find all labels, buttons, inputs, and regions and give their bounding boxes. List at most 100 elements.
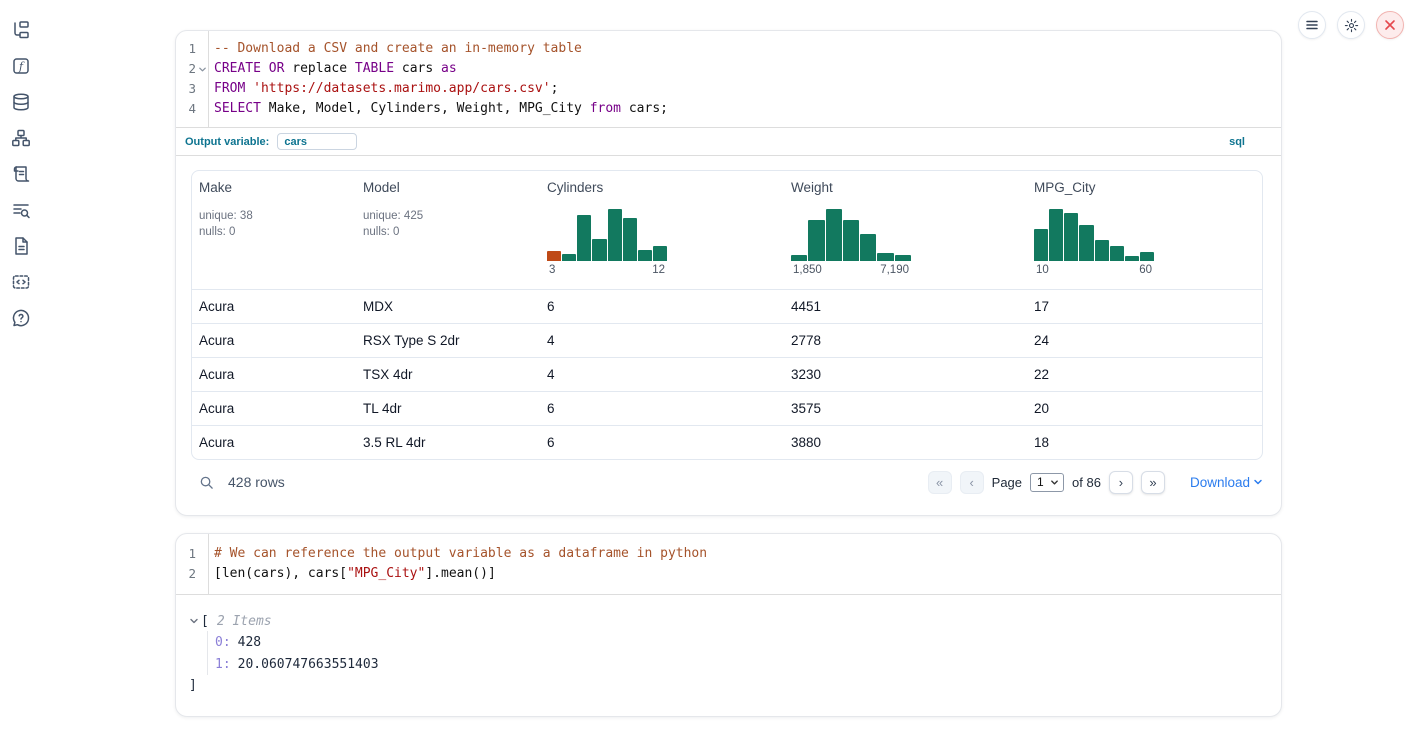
column-header[interactable]: Modelunique: 425nulls: 0 — [356, 171, 540, 289]
help-icon[interactable] — [11, 308, 31, 328]
json-entry: 1: 20.060747663551403 — [215, 653, 1281, 675]
dependency-graph-icon[interactable] — [11, 128, 31, 148]
code-line[interactable]: 1# We can reference the output variable … — [176, 544, 1281, 564]
json-value: 20.060747663551403 — [238, 657, 379, 672]
table-cell: 24 — [1027, 324, 1262, 357]
column-stats: unique: 38nulls: 0 — [199, 208, 348, 240]
table-row[interactable]: AcuraTSX 4dr4323022 — [192, 358, 1262, 392]
code-text: [len(cars), cars["MPG_City"].mean()] — [208, 564, 496, 584]
axis-max-label: 7,190 — [880, 264, 909, 276]
code-text: SELECT Make, Model, Cylinders, Weight, M… — [208, 99, 668, 119]
table-header-row: Makeunique: 38nulls: 0Modelunique: 425nu… — [192, 171, 1262, 290]
table-cell: 3575 — [784, 392, 1027, 425]
nulls-stat: nulls: 0 — [199, 224, 348, 240]
column-header[interactable]: MPG_City1060 — [1027, 171, 1262, 289]
sql-code-editor[interactable]: 1-- Download a CSV and create an in-memo… — [176, 31, 1281, 128]
file-explorer-icon[interactable] — [11, 20, 31, 40]
variables-icon[interactable]: f — [11, 56, 31, 76]
download-label: Download — [1190, 475, 1250, 490]
column-label: Cylinders — [547, 180, 776, 195]
next-page-button[interactable]: › — [1109, 471, 1133, 494]
column-header[interactable]: Cylinders 312 — [540, 171, 784, 289]
table-cell: 3230 — [784, 358, 1027, 391]
shutdown-button[interactable] — [1376, 11, 1404, 39]
snippets-icon[interactable] — [11, 236, 31, 256]
code-line[interactable]: 2 [len(cars), cars["MPG_City"].mean()] — [176, 564, 1281, 584]
histogram-bar — [843, 220, 859, 261]
histogram-axis: 312 — [547, 264, 667, 276]
page-select[interactable]: 1 — [1030, 473, 1064, 492]
menu-button[interactable] — [1298, 11, 1326, 39]
code-line[interactable]: 1-- Download a CSV and create an in-memo… — [176, 39, 1281, 59]
last-page-button[interactable]: » — [1141, 471, 1165, 494]
collapse-icon[interactable] — [189, 616, 199, 626]
table-cell: RSX Type S 2dr — [356, 324, 540, 357]
table-cell: Acura — [192, 426, 356, 459]
fold-gutter — [196, 564, 208, 584]
table-cell: Acura — [192, 358, 356, 391]
table-cell: 4 — [540, 324, 784, 357]
table-footer: 428 rows « ‹ Page 1 of 86 › » Download — [191, 466, 1263, 498]
column-header[interactable]: Makeunique: 38nulls: 0 — [192, 171, 356, 289]
code-line[interactable]: 4SELECT Make, Model, Cylinders, Weight, … — [176, 99, 1281, 119]
line-number: 3 — [176, 79, 196, 99]
items-count: 2 Items — [217, 614, 272, 629]
table-cell: TL 4dr — [356, 392, 540, 425]
histogram-bar — [638, 250, 652, 261]
fold-chevron-icon[interactable] — [196, 59, 208, 79]
table-cell: 6 — [540, 426, 784, 459]
table-row[interactable]: AcuraTL 4dr6357520 — [192, 392, 1262, 426]
datasources-icon[interactable] — [11, 92, 31, 112]
search-icon[interactable] — [199, 475, 214, 490]
settings-button[interactable] — [1337, 11, 1365, 39]
table-cell: 3.5 RL 4dr — [356, 426, 540, 459]
table-row[interactable]: AcuraMDX6445117 — [192, 290, 1262, 324]
output-variable-input[interactable] — [277, 133, 357, 150]
row-count: 428 rows — [228, 474, 285, 490]
first-page-button[interactable]: « — [928, 471, 952, 494]
histogram-bars — [547, 209, 667, 261]
table-cell: 6 — [540, 392, 784, 425]
unique-stat: unique: 38 — [199, 208, 348, 224]
code-line[interactable]: 3FROM 'https://datasets.marimo.app/cars.… — [176, 79, 1281, 99]
column-header[interactable]: Weight 1,8507,190 — [784, 171, 1027, 289]
line-number: 1 — [176, 39, 196, 59]
histogram-bar — [826, 209, 842, 261]
python-code-editor[interactable]: 1# We can reference the output variable … — [176, 534, 1281, 595]
histogram-bar — [791, 255, 807, 261]
column-label: Weight — [791, 180, 1019, 195]
logs-icon[interactable] — [11, 164, 31, 184]
table-cell: 4451 — [784, 290, 1027, 323]
close-bracket: ] — [189, 675, 1281, 695]
table-row[interactable]: Acura3.5 RL 4dr6388018 — [192, 426, 1262, 459]
language-badge: sql — [1229, 136, 1245, 148]
histogram-bar — [1034, 229, 1048, 261]
axis-max-label: 60 — [1139, 264, 1152, 276]
table-cell: 3880 — [784, 426, 1027, 459]
python-cell-output: [ 2 Items 0: 428 1: 20.060747663551403 ] — [176, 595, 1281, 716]
histogram-bar — [653, 246, 667, 261]
chevron-down-icon — [1253, 477, 1263, 487]
json-value: 428 — [238, 635, 261, 650]
histogram-axis: 1,8507,190 — [791, 264, 911, 276]
table-cell: 20 — [1027, 392, 1262, 425]
download-button[interactable]: Download — [1190, 475, 1263, 490]
left-sidebar: f — [0, 20, 42, 328]
svg-text:f: f — [18, 60, 25, 73]
tracing-icon[interactable] — [11, 200, 31, 220]
histogram-bar — [1095, 240, 1109, 261]
scratchpad-icon[interactable] — [11, 272, 31, 292]
table-cell: MDX — [356, 290, 540, 323]
line-number: 2 — [176, 564, 196, 584]
fold-gutter — [196, 99, 208, 119]
line-number: 2 — [176, 59, 196, 79]
prev-page-button[interactable]: ‹ — [960, 471, 984, 494]
top-controls — [1298, 11, 1404, 39]
histogram-bar — [895, 255, 911, 261]
table-cell: 18 — [1027, 426, 1262, 459]
table-cell: 17 — [1027, 290, 1262, 323]
column-label: MPG_City — [1034, 180, 1254, 195]
code-line[interactable]: 2CREATE OR replace TABLE cars as — [176, 59, 1281, 79]
table-row[interactable]: AcuraRSX Type S 2dr4277824 — [192, 324, 1262, 358]
fold-gutter — [196, 544, 208, 564]
